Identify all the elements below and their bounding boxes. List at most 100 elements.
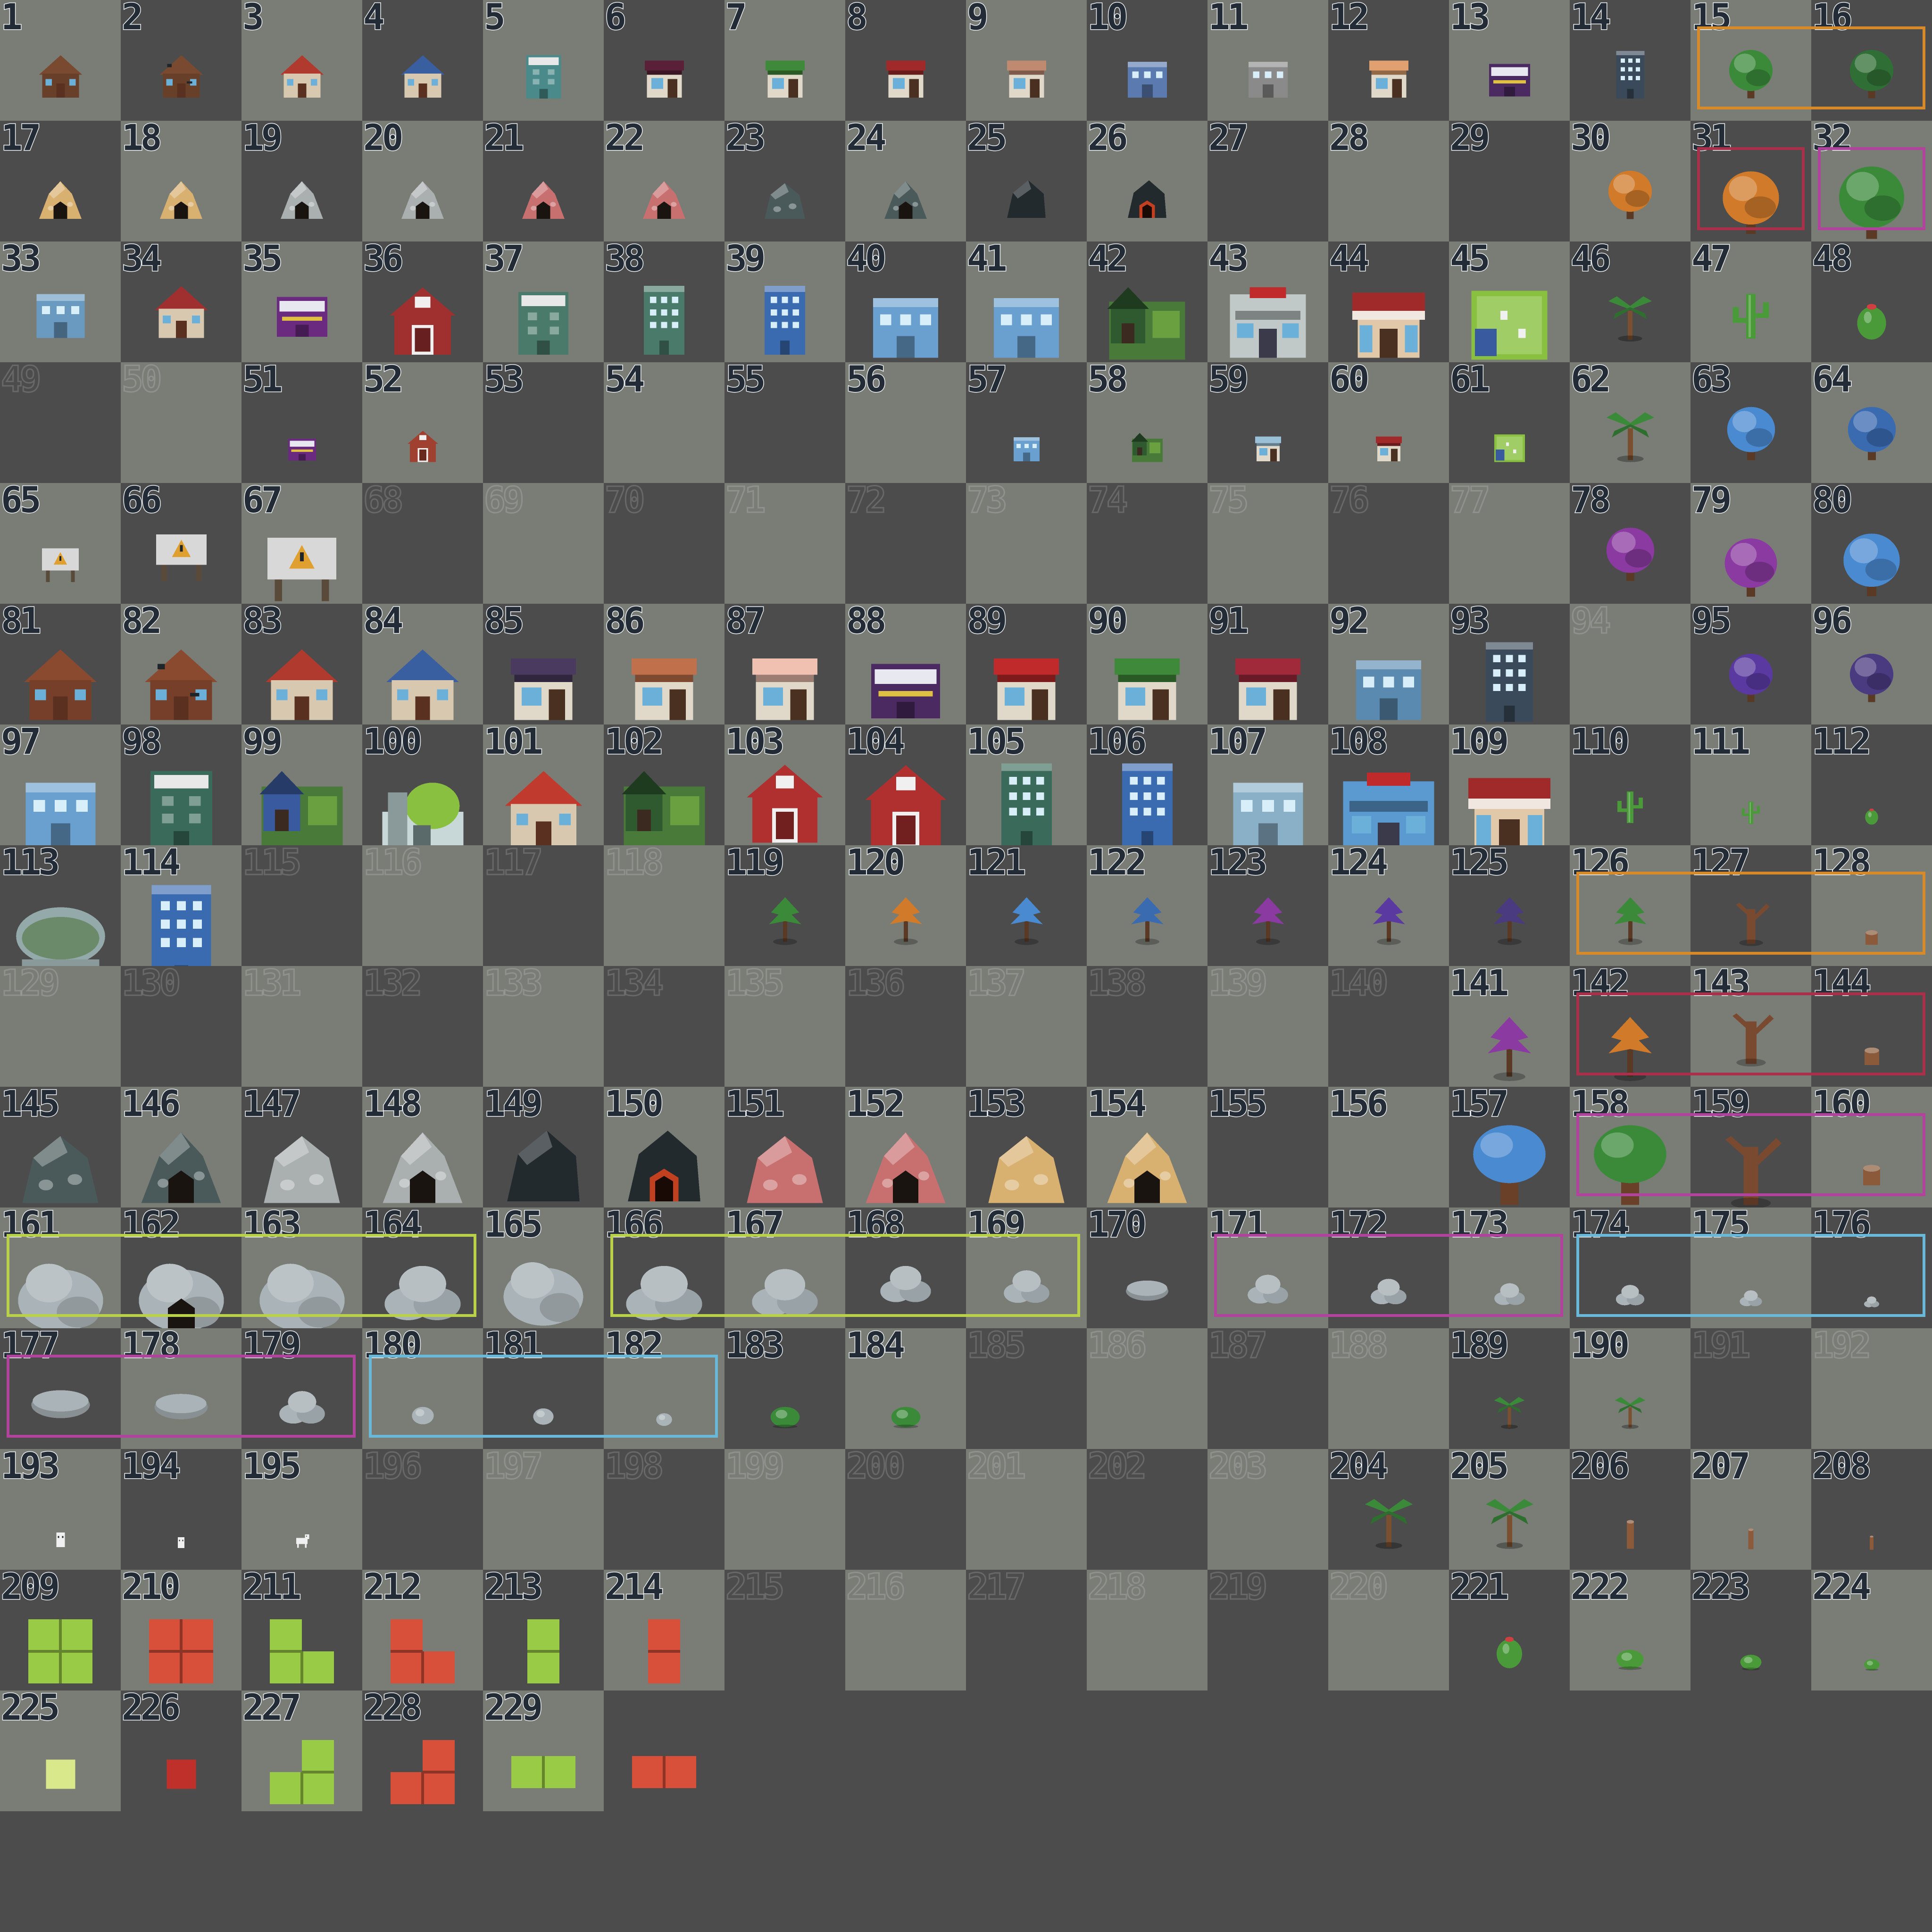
tile-221[interactable]: 221 (1449, 1570, 1570, 1690)
tile-155[interactable]: 155 (1208, 1087, 1328, 1208)
tile-184[interactable]: 184 (845, 1328, 966, 1449)
tile-148[interactable]: 148 (362, 1087, 483, 1208)
tile-18[interactable]: 18 (121, 121, 242, 242)
tile-71[interactable]: 71 (724, 483, 845, 604)
tile-219[interactable]: 219 (1208, 1570, 1328, 1690)
tile-73[interactable]: 73 (966, 483, 1087, 604)
tile-25[interactable]: 25 (966, 121, 1087, 242)
tile-19[interactable]: 19 (242, 121, 362, 242)
tile-215[interactable]: 215 (724, 1570, 845, 1690)
tile-105[interactable]: 105 (966, 724, 1087, 845)
tile-206[interactable]: 206 (1570, 1449, 1690, 1570)
tile-182[interactable]: 182 (604, 1328, 724, 1449)
tile-210[interactable]: 210 (121, 1570, 242, 1690)
tile-145[interactable]: 145 (0, 1087, 121, 1208)
tile-35[interactable]: 35 (242, 242, 362, 362)
tile-169[interactable]: 169 (966, 1208, 1087, 1328)
tile-4[interactable]: 4 (362, 0, 483, 121)
tile-98[interactable]: 98 (121, 724, 242, 845)
tile-88[interactable]: 88 (845, 604, 966, 724)
tile-62[interactable]: 62 (1570, 362, 1690, 483)
tile-172[interactable]: 172 (1328, 1208, 1449, 1328)
tile-1[interactable]: 1 (0, 0, 121, 121)
tile-31[interactable]: 31 (1690, 121, 1811, 242)
tile-227[interactable]: 227 (242, 1690, 362, 1811)
tile-36[interactable]: 36 (362, 242, 483, 362)
tile-52[interactable]: 52 (362, 362, 483, 483)
tile-70[interactable]: 70 (604, 483, 724, 604)
tile-185[interactable]: 185 (966, 1328, 1087, 1449)
tile-198[interactable]: 198 (604, 1449, 724, 1570)
tile-136[interactable]: 136 (845, 966, 966, 1087)
tile-113[interactable]: 113 (0, 845, 121, 966)
tile-45[interactable]: 45 (1449, 242, 1570, 362)
tile-29[interactable]: 29 (1449, 121, 1570, 242)
tile-46[interactable]: 46 (1570, 242, 1690, 362)
tile-104[interactable]: 104 (845, 724, 966, 845)
tile-154[interactable]: 154 (1087, 1087, 1208, 1208)
tile-144[interactable]: 144 (1811, 966, 1932, 1087)
tile-94[interactable]: 94 (1570, 604, 1690, 724)
tile-204[interactable]: 204 (1328, 1449, 1449, 1570)
tile-15[interactable]: 15 (1690, 0, 1811, 121)
tile-55[interactable]: 55 (724, 362, 845, 483)
tile-138[interactable]: 138 (1087, 966, 1208, 1087)
tile-199[interactable]: 199 (724, 1449, 845, 1570)
tile-165[interactable]: 165 (483, 1208, 604, 1328)
tile-163[interactable]: 163 (242, 1208, 362, 1328)
tile-181[interactable]: 181 (483, 1328, 604, 1449)
tile-224[interactable]: 224 (1811, 1570, 1932, 1690)
tile-228[interactable]: 228 (362, 1690, 483, 1811)
tile-159[interactable]: 159 (1690, 1087, 1811, 1208)
tile-149[interactable]: 149 (483, 1087, 604, 1208)
tile-48[interactable]: 48 (1811, 242, 1932, 362)
tile-167[interactable]: 167 (724, 1208, 845, 1328)
tile-116[interactable]: 116 (362, 845, 483, 966)
tile-6[interactable]: 6 (604, 0, 724, 121)
tile-162[interactable]: 162 (121, 1208, 242, 1328)
tile-152[interactable]: 152 (845, 1087, 966, 1208)
tile-112[interactable]: 112 (1811, 724, 1932, 845)
tile-187[interactable]: 187 (1208, 1328, 1328, 1449)
tile-33[interactable]: 33 (0, 242, 121, 362)
tile-77[interactable]: 77 (1449, 483, 1570, 604)
tile-16[interactable]: 16 (1811, 0, 1932, 121)
tile-150[interactable]: 150 (604, 1087, 724, 1208)
tile-175[interactable]: 175 (1690, 1208, 1811, 1328)
tile-9[interactable]: 9 (966, 0, 1087, 121)
tile-30[interactable]: 30 (1570, 121, 1690, 242)
tile-177[interactable]: 177 (0, 1328, 121, 1449)
tile-50[interactable]: 50 (121, 362, 242, 483)
tile-14[interactable]: 14 (1570, 0, 1690, 121)
tile-146[interactable]: 146 (121, 1087, 242, 1208)
tile-140[interactable]: 140 (1328, 966, 1449, 1087)
tile-135[interactable]: 135 (724, 966, 845, 1087)
tile-76[interactable]: 76 (1328, 483, 1449, 604)
tile-47[interactable]: 47 (1690, 242, 1811, 362)
tile-96[interactable]: 96 (1811, 604, 1932, 724)
tile-230[interactable] (604, 1690, 724, 1811)
tile-216[interactable]: 216 (845, 1570, 966, 1690)
tile-108[interactable]: 108 (1328, 724, 1449, 845)
tile-191[interactable]: 191 (1690, 1328, 1811, 1449)
tile-28[interactable]: 28 (1328, 121, 1449, 242)
tile-194[interactable]: 194 (121, 1449, 242, 1570)
tile-123[interactable]: 123 (1208, 845, 1328, 966)
tile-137[interactable]: 137 (966, 966, 1087, 1087)
tile-174[interactable]: 174 (1570, 1208, 1690, 1328)
tile-156[interactable]: 156 (1328, 1087, 1449, 1208)
tile-173[interactable]: 173 (1449, 1208, 1570, 1328)
tile-27[interactable]: 27 (1208, 121, 1328, 242)
tile-124[interactable]: 124 (1328, 845, 1449, 966)
tile-21[interactable]: 21 (483, 121, 604, 242)
tile-42[interactable]: 42 (1087, 242, 1208, 362)
tile-209[interactable]: 209 (0, 1570, 121, 1690)
tile-226[interactable]: 226 (121, 1690, 242, 1811)
tile-130[interactable]: 130 (121, 966, 242, 1087)
tile-74[interactable]: 74 (1087, 483, 1208, 604)
tile-72[interactable]: 72 (845, 483, 966, 604)
tile-171[interactable]: 171 (1208, 1208, 1328, 1328)
tile-132[interactable]: 132 (362, 966, 483, 1087)
tile-68[interactable]: 68 (362, 483, 483, 604)
tile-217[interactable]: 217 (966, 1570, 1087, 1690)
